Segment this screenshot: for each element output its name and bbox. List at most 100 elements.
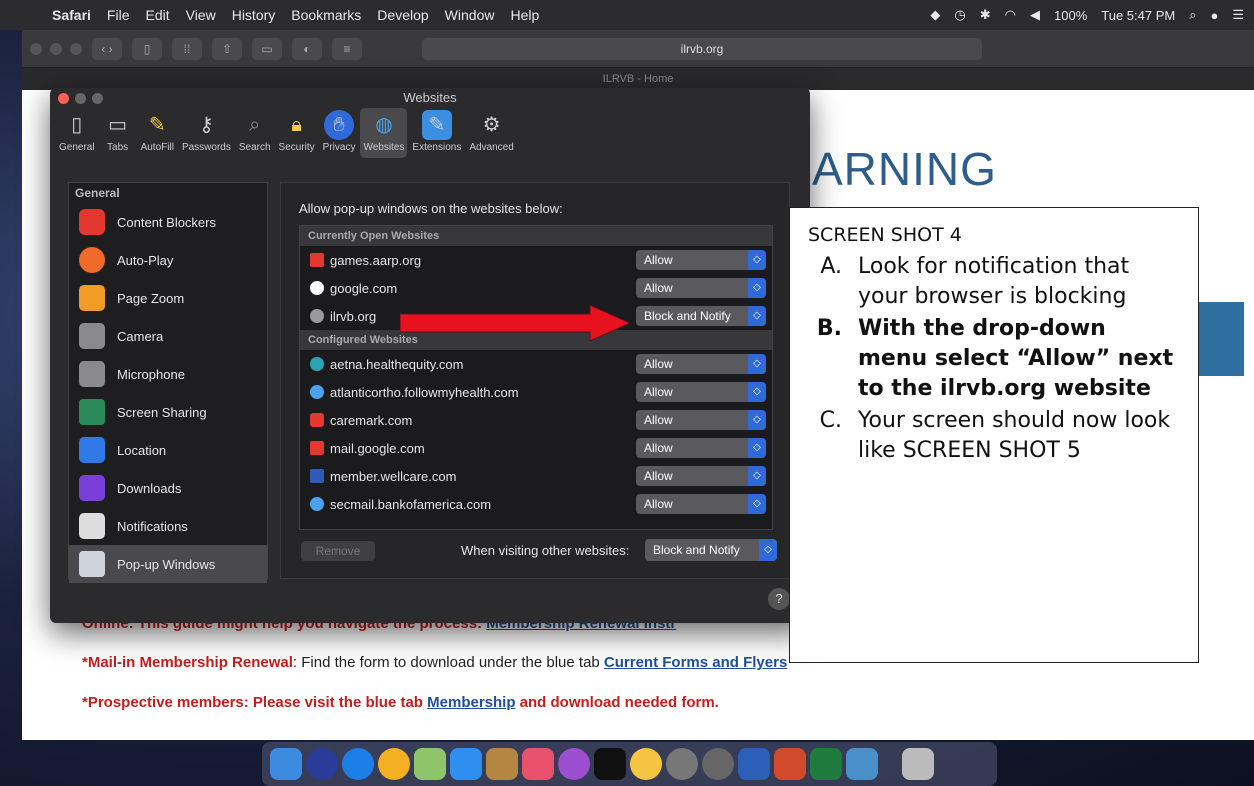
powerpoint-icon[interactable]	[774, 748, 806, 780]
preferences-icon[interactable]	[702, 748, 734, 780]
maps-icon[interactable]	[414, 748, 446, 780]
photos-icon[interactable]	[630, 748, 662, 780]
tab-search[interactable]: ⌕ Search	[236, 108, 274, 158]
popup-setting-select[interactable]: Allow ◇	[636, 466, 766, 486]
sidebar-item-camera[interactable]: Camera	[69, 317, 267, 355]
minimize-prefs-icon[interactable]	[75, 93, 86, 104]
menu-history[interactable]: History	[232, 7, 276, 23]
popup-setting-select[interactable]: Allow ◇	[636, 410, 766, 430]
table-row[interactable]: mail.google.com Allow ◇	[300, 434, 772, 462]
popup-setting-select[interactable]: Allow ◇	[636, 494, 766, 514]
sidebar-icon[interactable]: ▯	[132, 37, 162, 60]
app-store-icon[interactable]	[450, 748, 482, 780]
instruction-b: B. With the drop-down menu select “Allow”…	[808, 314, 1180, 404]
back-forward-button[interactable]: ‹ ›	[92, 37, 122, 60]
spotlight-icon[interactable]: ⌕	[1189, 7, 1196, 23]
tab-label: Advanced	[469, 142, 514, 153]
tab-advanced[interactable]: ⚙ Advanced	[466, 108, 516, 158]
sidebar-item-downloads[interactable]: Downloads	[69, 469, 267, 507]
notification-center-icon[interactable]: ☰	[1232, 7, 1244, 23]
menu-bookmarks[interactable]: Bookmarks	[291, 7, 361, 23]
chrome-icon[interactable]	[378, 748, 410, 780]
tv-icon[interactable]	[594, 748, 626, 780]
safari-dock-icon[interactable]	[342, 748, 374, 780]
current-forms-link[interactable]: Current Forms and Flyers	[604, 654, 787, 671]
volume-icon[interactable]: ◀	[1030, 7, 1040, 23]
sidebar-item-notifications[interactable]: Notifications	[69, 507, 267, 545]
bluetooth-icon[interactable]: ✱	[980, 7, 991, 23]
sidebar-item-auto-play[interactable]: Auto-Play	[69, 241, 267, 279]
menu-file[interactable]: File	[107, 7, 130, 23]
popup-setting-select[interactable]: Allow ◇	[636, 382, 766, 402]
print-icon[interactable]: ▭	[252, 37, 282, 60]
sidebar-item-page-zoom[interactable]: Page Zoom	[69, 279, 267, 317]
sidebar-item-content-blockers[interactable]: Content Blockers	[69, 203, 267, 241]
tab-extensions[interactable]: ✎ Extensions	[409, 108, 464, 158]
table-row[interactable]: secmail.bankofamerica.com Allow ◇	[300, 490, 772, 518]
zoom-prefs-icon[interactable]	[92, 93, 103, 104]
menu-develop[interactable]: Develop	[377, 7, 428, 23]
tab-privacy[interactable]: ✋︎ Privacy	[320, 108, 359, 158]
battery-status[interactable]: 100%	[1054, 8, 1087, 23]
table-row[interactable]: games.aarp.org Allow ◇	[300, 246, 772, 274]
menu-window[interactable]: Window	[445, 7, 495, 23]
other-websites-select[interactable]: Block and Notify ◇	[645, 539, 777, 561]
excel-icon[interactable]	[810, 748, 842, 780]
sidebar-item-microphone[interactable]: Microphone	[69, 355, 267, 393]
address-bar[interactable]: ilrvb.org	[422, 38, 982, 60]
system-prefs-icon[interactable]	[666, 748, 698, 780]
siri-icon[interactable]: ●	[1210, 8, 1218, 23]
sidebar-item-screen-sharing[interactable]: Screen Sharing	[69, 393, 267, 431]
popup-setting-select[interactable]: Allow ◇	[636, 278, 766, 298]
table-row[interactable]: google.com Allow ◇	[300, 274, 772, 302]
top-sites-icon[interactable]: ⁞⁞	[172, 37, 202, 60]
wifi-icon[interactable]: ◠	[1005, 7, 1016, 23]
popup-setting-select[interactable]: Block and Notify ◇	[636, 306, 766, 326]
minimize-window-icon[interactable]	[50, 42, 62, 55]
tab-title[interactable]: ILRVB - Home	[603, 73, 674, 85]
menu-edit[interactable]: Edit	[145, 7, 169, 23]
popup-setting-select[interactable]: Allow ◇	[636, 354, 766, 374]
select-value: Allow	[644, 497, 673, 511]
blue-nav-block[interactable]	[1192, 302, 1244, 376]
close-prefs-icon[interactable]	[58, 93, 69, 104]
zoom-window-icon[interactable]	[70, 42, 82, 55]
tab-security[interactable]: 🔒︎ Security	[276, 108, 318, 158]
table-row[interactable]: caremark.com Allow ◇	[300, 406, 772, 434]
music-icon[interactable]	[522, 748, 554, 780]
popup-setting-select[interactable]: Allow ◇	[636, 438, 766, 458]
tab-websites[interactable]: ◍ Websites	[360, 108, 408, 158]
table-row[interactable]: aetna.healthequity.com Allow ◇	[300, 350, 772, 378]
share-icon[interactable]: ⇧	[212, 37, 242, 60]
table-row[interactable]: member.wellcare.com Allow ◇	[300, 462, 772, 490]
menu-safari[interactable]: Safari	[52, 7, 91, 23]
privacy-icon[interactable]: ◐	[292, 37, 322, 60]
close-window-icon[interactable]	[30, 42, 42, 55]
clock[interactable]: Tue 5:47 PM	[1101, 8, 1175, 23]
siri-dock-icon[interactable]	[306, 748, 338, 780]
help-button[interactable]: ?	[768, 588, 790, 610]
sidebar-item-pop-up-windows[interactable]: Pop-up Windows	[69, 545, 267, 583]
popup-setting-select[interactable]: Allow ◇	[636, 250, 766, 270]
preview-icon[interactable]	[846, 748, 878, 780]
tab-passwords[interactable]: ⚷ Passwords	[179, 108, 234, 158]
dropbox-icon[interactable]: ◆	[930, 7, 940, 23]
trash-icon[interactable]	[902, 748, 934, 780]
time-machine-icon[interactable]: ◷	[954, 7, 965, 23]
word-icon[interactable]	[738, 748, 770, 780]
sidebar-item-location[interactable]: Location	[69, 431, 267, 469]
contacts-icon[interactable]	[486, 748, 518, 780]
table-row[interactable]: atlanticortho.followmyhealth.com Allow ◇	[300, 378, 772, 406]
tab-general[interactable]: ▯ General	[56, 108, 98, 158]
site-name: google.com	[330, 280, 398, 296]
remove-button[interactable]: Remove	[301, 541, 375, 561]
podcasts-icon[interactable]	[558, 748, 590, 780]
line2-middle: : Find the form to download under the bl…	[292, 654, 604, 671]
membership-link[interactable]: Membership	[427, 694, 515, 711]
reader-icon[interactable]: ≡	[332, 37, 362, 60]
finder-icon[interactable]	[270, 748, 302, 780]
tab-autofill[interactable]: ✎ AutoFill	[138, 108, 177, 158]
tab-tabs[interactable]: ▭ Tabs	[100, 108, 136, 158]
menu-view[interactable]: View	[186, 7, 216, 23]
menu-help[interactable]: Help	[510, 7, 539, 23]
